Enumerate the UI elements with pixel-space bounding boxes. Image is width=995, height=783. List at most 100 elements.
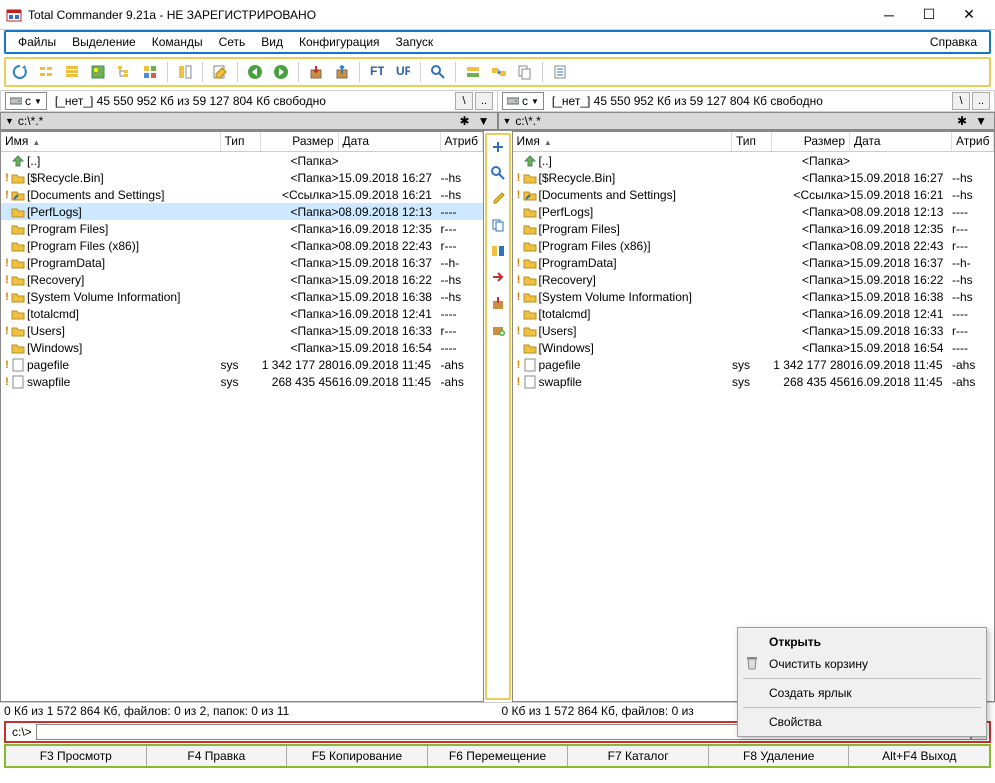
header-size[interactable]: Размер: [261, 132, 339, 151]
menu-selection[interactable]: Выделение: [64, 33, 144, 51]
file-row[interactable]: [Program Files (x86)]<Папка>08.09.2018 2…: [1, 237, 483, 254]
search-button[interactable]: [426, 60, 450, 84]
drive-up-button-left[interactable]: ..: [475, 92, 493, 110]
two-panel-button[interactable]: [488, 241, 508, 261]
path-fav-button[interactable]: ▼: [972, 114, 990, 128]
edit-button[interactable]: [208, 60, 232, 84]
path-history-button[interactable]: ✱: [954, 114, 970, 128]
view-quick-button[interactable]: [173, 60, 197, 84]
multi-rename-button[interactable]: [461, 60, 485, 84]
file-list-left[interactable]: [..]<Папка>![$Recycle.Bin]<Папка>15.09.2…: [1, 152, 483, 701]
file-row[interactable]: ![Recovery]<Папка>15.09.2018 16:22--hs: [1, 271, 483, 288]
header-ext[interactable]: Тип: [732, 132, 772, 151]
ctx-create-shortcut[interactable]: Создать ярлык: [741, 682, 983, 704]
header-name[interactable]: Имя: [513, 132, 733, 151]
file-row[interactable]: [..]<Папка>: [513, 152, 995, 169]
copy-names-button[interactable]: [513, 60, 537, 84]
close-button[interactable]: ✕: [949, 1, 989, 29]
maximize-button[interactable]: ☐: [909, 1, 949, 29]
header-date[interactable]: Дата: [850, 132, 952, 151]
view-full-button[interactable]: [60, 60, 84, 84]
move-button[interactable]: [488, 267, 508, 287]
menu-start[interactable]: Запуск: [388, 33, 442, 51]
header-attr[interactable]: Атриб: [441, 132, 483, 151]
drive-up-button-right[interactable]: ..: [972, 92, 990, 110]
search-button[interactable]: [488, 163, 508, 183]
notepad-button[interactable]: [548, 60, 572, 84]
header-name[interactable]: Имя: [1, 132, 221, 151]
file-row[interactable]: !swapfilesys268 435 45616.09.2018 11:45-…: [1, 373, 483, 390]
fn-button-7[interactable]: F7 Каталог: [568, 746, 709, 766]
fn-button-5[interactable]: F5 Копирование: [287, 746, 428, 766]
drive-selector-left[interactable]: c ▼: [5, 92, 47, 110]
drive-root-button-left[interactable]: \: [455, 92, 473, 110]
menu-help[interactable]: Справка: [922, 33, 985, 51]
file-row[interactable]: [Windows]<Папка>15.09.2018 16:54----: [1, 339, 483, 356]
ftp-button[interactable]: FTP: [365, 60, 389, 84]
pack-v-button[interactable]: [488, 293, 508, 313]
path-fav-button[interactable]: ▼: [475, 114, 493, 128]
menu-view[interactable]: Вид: [253, 33, 291, 51]
chevron-down-icon[interactable]: ▼: [503, 116, 512, 126]
header-size[interactable]: Размер: [772, 132, 850, 151]
file-row[interactable]: ![Documents and Settings]<Ссылка>15.09.2…: [1, 186, 483, 203]
menu-net[interactable]: Сеть: [211, 33, 254, 51]
pack-button[interactable]: [304, 60, 328, 84]
file-row[interactable]: ![System Volume Information]<Папка>15.09…: [1, 288, 483, 305]
fn-button-4[interactable]: F4 Правка: [147, 746, 288, 766]
header-attr[interactable]: Атриб: [952, 132, 994, 151]
file-row[interactable]: [PerfLogs]<Папка>08.09.2018 12:13----: [513, 203, 995, 220]
fn-button-8[interactable]: F8 Удаление: [709, 746, 850, 766]
sync-dirs-button[interactable]: [487, 60, 511, 84]
path-bar-left[interactable]: ▼ c:\*.* ✱▼: [0, 112, 498, 130]
file-row[interactable]: ![$Recycle.Bin]<Папка>15.09.2018 16:27--…: [1, 169, 483, 186]
file-row[interactable]: [Program Files]<Папка>16.09.2018 12:35r-…: [1, 220, 483, 237]
file-row[interactable]: !swapfilesys268 435 45616.09.2018 11:45-…: [513, 373, 995, 390]
view-custom-button[interactable]: [138, 60, 162, 84]
file-row[interactable]: ![System Volume Information]<Папка>15.09…: [513, 288, 995, 305]
header-ext[interactable]: Тип: [221, 132, 261, 151]
unpack-button[interactable]: [330, 60, 354, 84]
file-row[interactable]: [totalcmd]<Папка>16.09.2018 12:41----: [513, 305, 995, 322]
ctx-properties[interactable]: Свойства: [741, 711, 983, 733]
view-tree-button[interactable]: [112, 60, 136, 84]
file-row[interactable]: [totalcmd]<Папка>16.09.2018 12:41----: [1, 305, 483, 322]
file-row[interactable]: [Windows]<Папка>15.09.2018 16:54----: [513, 339, 995, 356]
file-list-right[interactable]: [..]<Папка>![$Recycle.Bin]<Папка>15.09.2…: [513, 152, 995, 701]
drive-root-button-right[interactable]: \: [952, 92, 970, 110]
unpack-v-button[interactable]: [488, 319, 508, 339]
view-thumbs-button[interactable]: [86, 60, 110, 84]
menu-config[interactable]: Конфигурация: [291, 33, 388, 51]
file-row[interactable]: ![Users]<Папка>15.09.2018 16:33r---: [1, 322, 483, 339]
menu-files[interactable]: Файлы: [10, 33, 64, 51]
file-row[interactable]: [Program Files (x86)]<Папка>08.09.2018 2…: [513, 237, 995, 254]
back-button[interactable]: [243, 60, 267, 84]
file-row[interactable]: !pagefilesys1 342 177 28016.09.2018 11:4…: [1, 356, 483, 373]
file-row[interactable]: ![Recovery]<Папка>15.09.2018 16:22--hs: [513, 271, 995, 288]
header-date[interactable]: Дата: [339, 132, 441, 151]
path-bar-right[interactable]: ▼ c:\*.* ✱▼: [498, 112, 995, 130]
menu-commands[interactable]: Команды: [144, 33, 211, 51]
ctx-open[interactable]: Открыть: [741, 631, 983, 653]
minimize-button[interactable]: ─: [869, 1, 909, 29]
path-history-button[interactable]: ✱: [457, 114, 473, 128]
file-row[interactable]: [PerfLogs]<Папка>08.09.2018 12:13----: [1, 203, 483, 220]
file-row[interactable]: !pagefilesys1 342 177 28016.09.2018 11:4…: [513, 356, 995, 373]
file-row[interactable]: ![ProgramData]<Папка>15.09.2018 16:37--h…: [1, 254, 483, 271]
chevron-down-icon[interactable]: ▼: [5, 116, 14, 126]
edit-file-button[interactable]: [488, 189, 508, 209]
copy-button[interactable]: [488, 215, 508, 235]
fn-button-9[interactable]: Alt+F4 Выход: [849, 746, 989, 766]
expand-button[interactable]: [488, 137, 508, 157]
drive-selector-right[interactable]: c ▼: [502, 92, 544, 110]
file-row[interactable]: [Program Files]<Папка>16.09.2018 12:35r-…: [513, 220, 995, 237]
file-row[interactable]: ![ProgramData]<Папка>15.09.2018 16:37--h…: [513, 254, 995, 271]
file-row[interactable]: ![Documents and Settings]<Ссылка>15.09.2…: [513, 186, 995, 203]
view-brief-button[interactable]: [34, 60, 58, 84]
fn-button-3[interactable]: F3 Просмотр: [6, 746, 147, 766]
ctx-empty-recycle[interactable]: Очистить корзину: [741, 653, 983, 675]
url-button[interactable]: URL: [391, 60, 415, 84]
refresh-button[interactable]: [8, 60, 32, 84]
forward-button[interactable]: [269, 60, 293, 84]
file-row[interactable]: [..]<Папка>: [1, 152, 483, 169]
